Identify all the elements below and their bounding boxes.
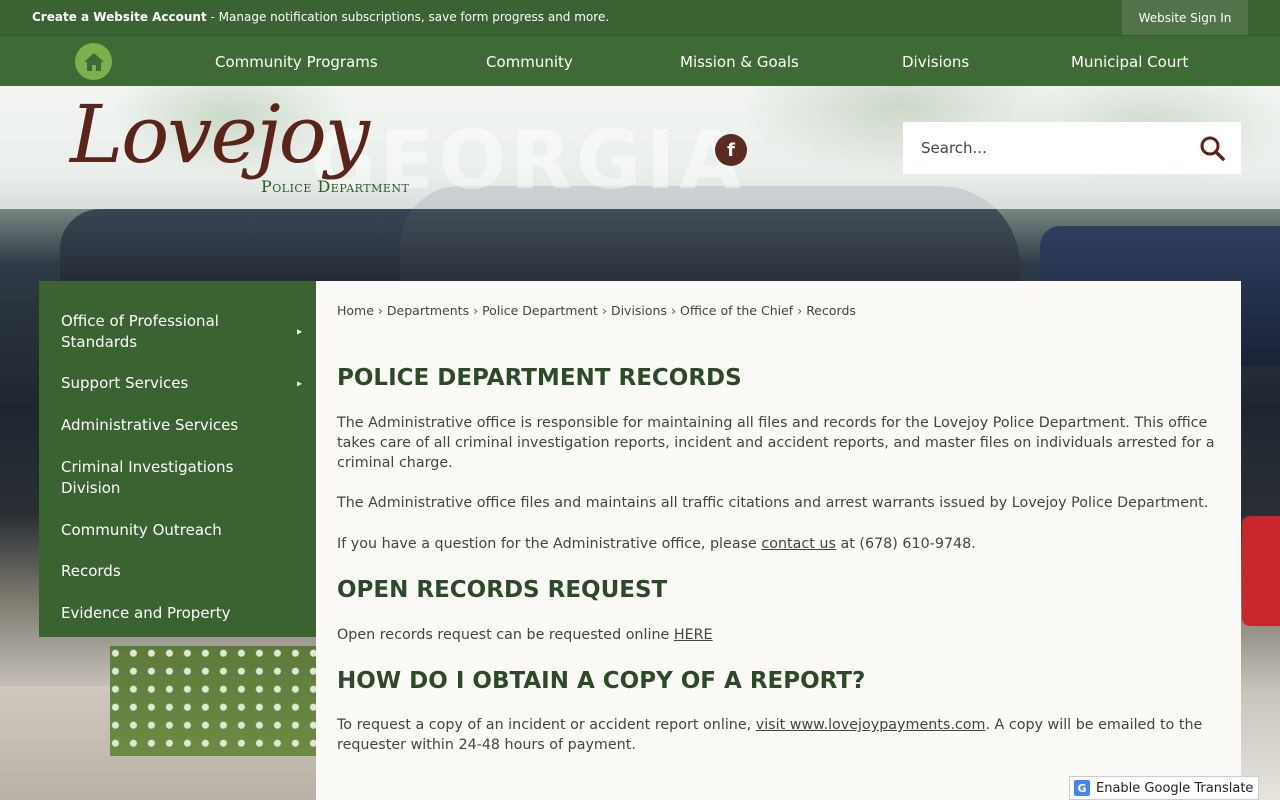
contact-phone-text: at (678) 610-9748. [835,536,976,552]
google-translate-button[interactable]: G Enable Google Translate [1069,776,1259,800]
logo-police-department: Police Department [261,177,410,196]
nav-community[interactable]: Community [486,53,573,71]
expand-arrow-icon[interactable]: ▸ [297,373,302,394]
search-box [903,122,1241,174]
records-intro-paragraph: The Administrative office is responsible… [337,415,1215,471]
grass-patch [110,646,320,756]
sign-in-button[interactable]: Website Sign In [1122,0,1248,35]
citations-paragraph: The Administrative office files and main… [337,495,1209,511]
copy-report-paragraph: To request a copy of an incident or acci… [337,715,1217,755]
open-records-text: Open records request can be requested on… [337,627,674,643]
sidebar-item-label: Records [61,562,121,580]
open-records-heading: OPEN RECORDS REQUEST [337,577,668,603]
sidebar-item-label: Community Outreach [61,521,222,539]
main-content: Home › Departments › Police Department › Divis… [316,281,1241,800]
create-account-link[interactable]: Create a Website Account [32,10,207,24]
account-banner: Create a Website Account - Manage notifi… [32,10,609,24]
search-button[interactable] [1195,132,1229,164]
breadcrumb-divisions[interactable]: Divisions [611,303,667,318]
sidebar-item-label: Support Services [61,374,189,392]
facebook-icon[interactable]: f [715,134,747,166]
sidebar-item-support-services[interactable]: Support Services ▸ [39,373,316,394]
sidebar-item-criminal-investigations[interactable]: Criminal Investigations Division [39,457,316,499]
lovejoy-payments-link[interactable]: visit www.lovejoypayments.com [756,717,986,733]
page-title: POLICE DEPARTMENT RECORDS [337,365,742,391]
sidebar-item-evidence-property[interactable]: Evidence and Property [39,603,316,624]
sidebar-nav: Office of Professional Standards ▸ Suppo… [39,281,316,637]
breadcrumb-home[interactable]: Home [337,303,374,318]
search-input[interactable] [921,136,1191,160]
breadcrumb-departments[interactable]: Departments [387,303,469,318]
sidebar-item-administrative-services[interactable]: Administrative Services [39,415,316,436]
copy-report-text-pre: To request a copy of an incident or acci… [337,717,756,733]
sidebar-item-records[interactable]: Records [39,561,316,582]
breadcrumb: Home › Departments › Police Department › Divis… [337,303,856,318]
breadcrumb-records[interactable]: Records [806,303,856,318]
google-translate-label: Enable Google Translate [1096,780,1254,796]
nav-community-programs[interactable]: Community Programs [215,53,378,71]
contact-text-pre: If you have a question for the Administr… [337,536,762,552]
google-translate-icon: G [1074,780,1090,796]
nav-mission-goals[interactable]: Mission & Goals [680,53,799,71]
sidebar-item-label: Criminal Investigations Division [61,458,234,497]
contact-paragraph: If you have a question for the Administr… [337,534,1217,554]
main-nav: Community Programs Community Mission & G… [0,35,1280,86]
sidebar-item-community-outreach[interactable]: Community Outreach [39,520,316,541]
nav-divisions[interactable]: Divisions [902,53,969,71]
open-records-paragraph: Open records request can be requested on… [337,625,1217,645]
open-records-here-link[interactable]: HERE [674,627,713,643]
contact-us-link[interactable]: contact us [761,536,836,552]
home-icon [83,52,104,71]
nav-municipal-court[interactable]: Municipal Court [1071,53,1188,71]
home-button[interactable] [75,43,112,80]
breadcrumb-police-department[interactable]: Police Department [482,303,598,318]
breadcrumb-office-of-chief[interactable]: Office of the Chief [680,303,793,318]
expand-arrow-icon[interactable]: ▸ [297,322,302,343]
copy-report-heading: HOW DO I OBTAIN A COPY OF A REPORT? [337,668,866,694]
sidebar-item-label: Evidence and Property [61,604,231,622]
sidebar-item-professional-standards[interactable]: Office of Professional Standards ▸ [39,311,316,353]
logo-lovejoy[interactable]: Lovejoy [70,88,370,181]
search-icon [1200,136,1225,161]
account-banner-text: - Manage notification subscriptions, sav… [206,10,610,24]
sidebar-item-label: Office of Professional Standards [61,312,219,351]
sidebar-item-label: Administrative Services [61,416,239,434]
top-bar: Create a Website Account - Manage notifi… [0,0,1280,35]
tail-light [1242,516,1280,626]
